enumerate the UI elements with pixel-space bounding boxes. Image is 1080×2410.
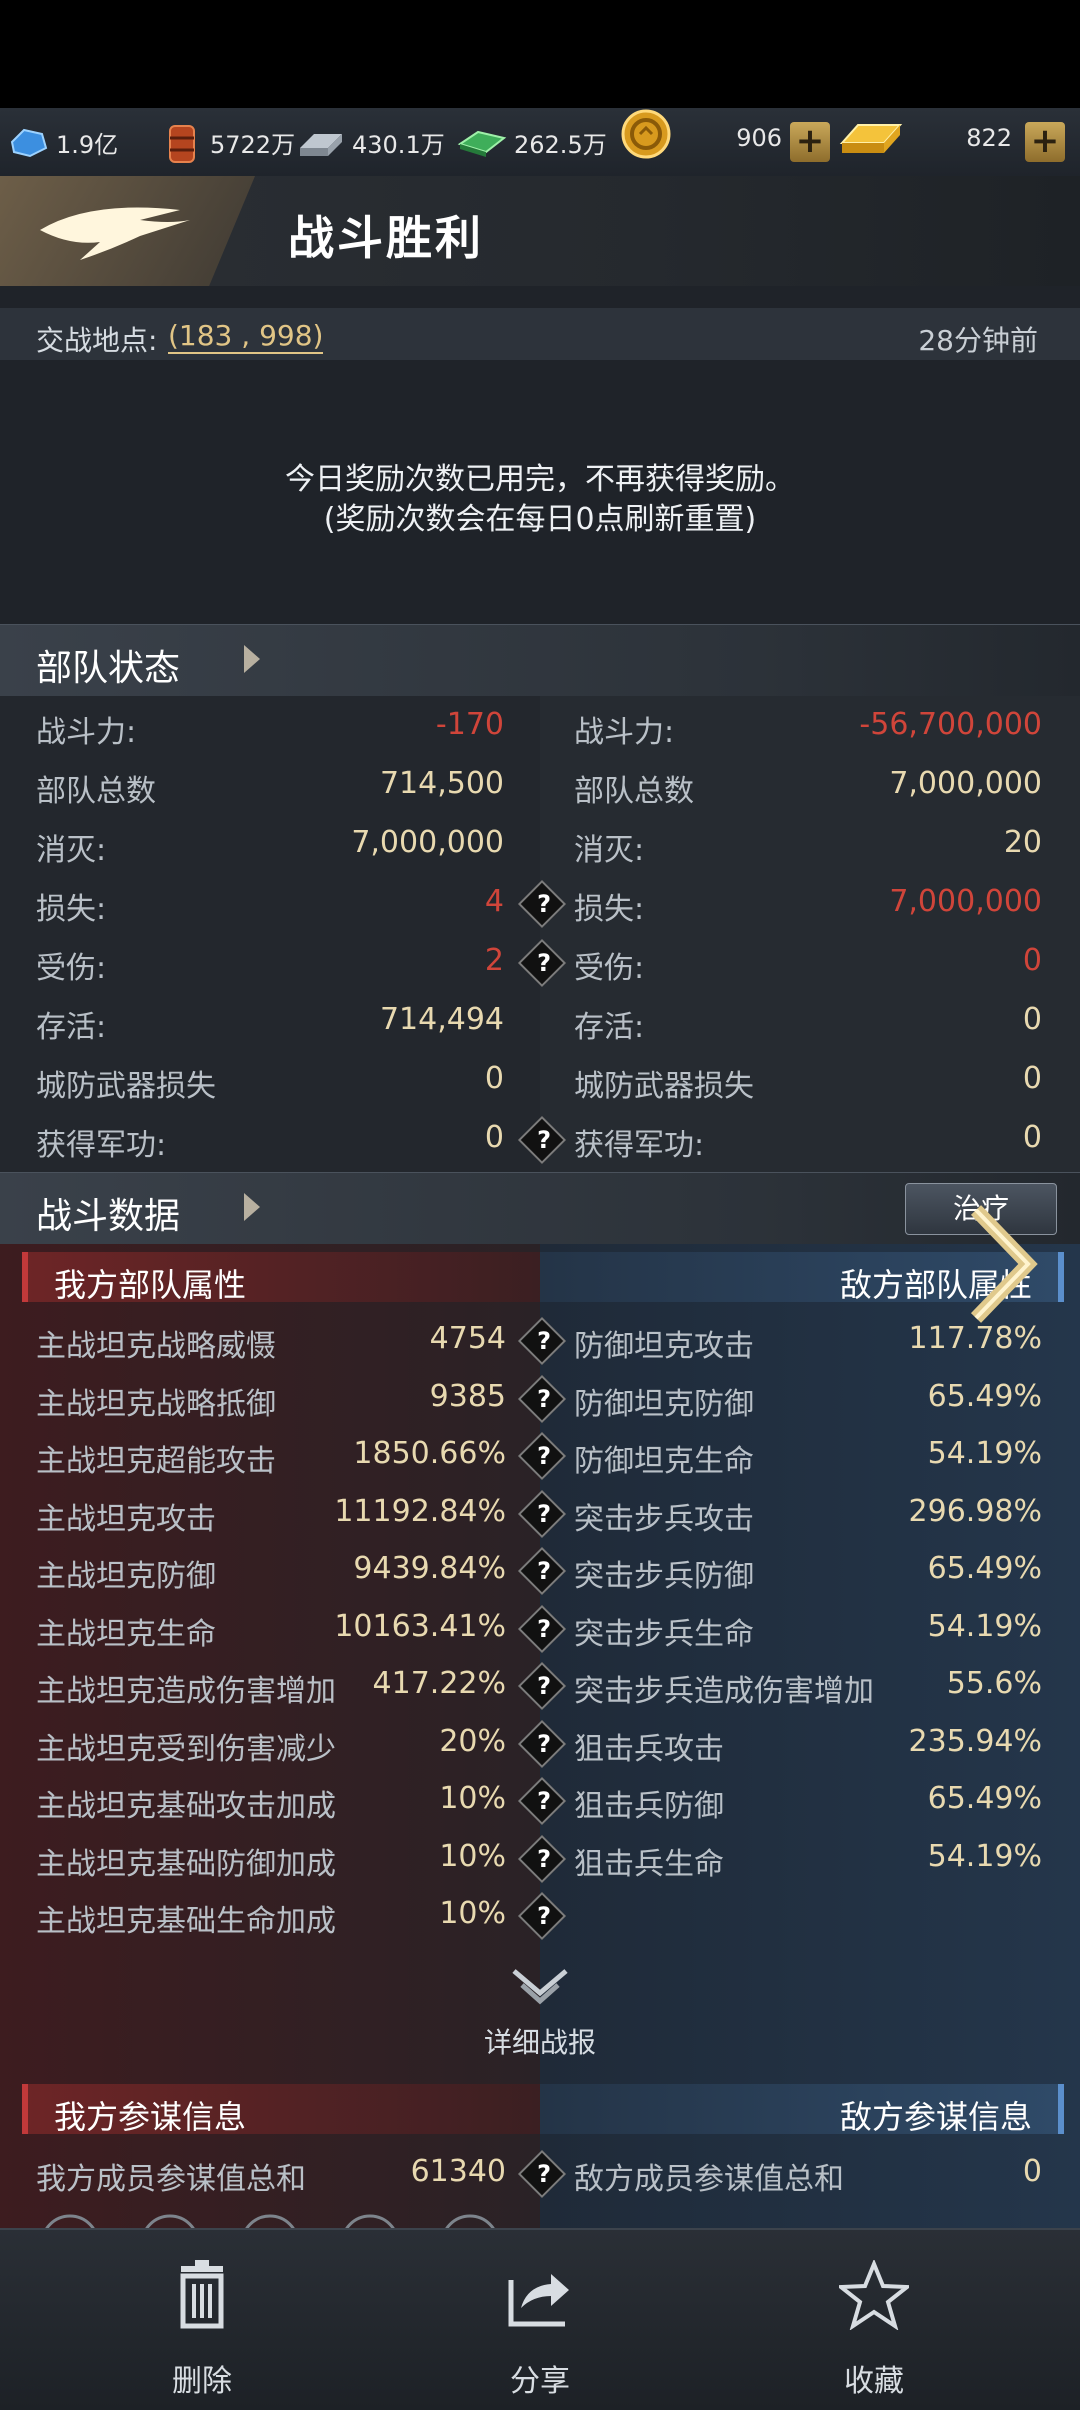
troop-status-title: 部队状态 [36, 648, 181, 689]
location-label: 交战地点: [36, 324, 158, 357]
delete-label: 删除 [172, 2364, 232, 2399]
resource-coin[interactable] [620, 109, 678, 159]
location-coordinates-link[interactable]: (183 , 998) [168, 319, 324, 354]
coin-icon [620, 108, 672, 160]
enemy-attribute-row: 突击步兵造成伤害增加 55.6% [574, 1666, 1042, 1709]
my-attribute-row: 主战坦克造成伤害增加 417.22% [36, 1666, 506, 1709]
my-status-row: 战斗力: -170 [36, 707, 504, 750]
my-attribute-row: 主战坦克基础生命加成 10% [36, 1896, 506, 1939]
favorite-label: 收藏 [844, 2364, 904, 2399]
status-bar [0, 0, 1080, 108]
eagle-icon [40, 207, 190, 260]
share-icon [508, 2274, 569, 2327]
enemy-attribute-row: 防御坦克生命 54.19% [574, 1436, 1042, 1479]
bottom-toolbar: 删除 分享 收藏 [0, 2228, 1080, 2410]
resource-gold[interactable] [836, 116, 912, 153]
my-status-row: 受伤: 2 [36, 943, 504, 986]
my-status-row: 存活: 714,494 [36, 1002, 504, 1045]
gold-bar-icon [836, 109, 906, 159]
enemy-attribute-row: 狙击兵攻击 235.94% [574, 1723, 1042, 1767]
steel-amount: 430.1万 [352, 130, 445, 159]
cash-stack-icon [456, 124, 508, 160]
my-attribute-row: 主战坦克超能攻击 1850.66% [36, 1436, 506, 1479]
add-gold-button[interactable]: + [1025, 122, 1065, 162]
star-icon [839, 2260, 909, 2330]
my-status-row: 获得军功: 0 [36, 1120, 504, 1163]
trash-icon [180, 2260, 224, 2329]
oil-barrel-icon [160, 124, 204, 163]
my-attribute-row: 主战坦克战略威慑 4754 [36, 1321, 506, 1364]
troop-status-header[interactable]: 部队状态 [0, 624, 1080, 698]
eagle-emblem [0, 176, 255, 286]
my-status-row: 损失: 4 [36, 884, 504, 927]
my-attribute-row: 主战坦克防御 9439.84% [36, 1551, 506, 1594]
chevron-right-icon[interactable] [968, 1202, 1044, 1326]
enemy-attribute-row: 防御坦克防御 65.49% [574, 1378, 1042, 1422]
enemy-status-row: 战斗力: -56,700,000 [574, 707, 1042, 750]
enemy-status-row: 部队总数 7,000,000 [574, 766, 1042, 809]
crystal-amount: 1.9亿 [56, 130, 119, 159]
resource-crystal[interactable]: 1.9亿 [6, 124, 118, 160]
resource-oil[interactable]: 5722万 [160, 124, 296, 163]
double-chevron-down-icon [512, 1969, 568, 2005]
my-attribute-row: 主战坦克战略抵御 9385 [36, 1378, 506, 1422]
my-attribute-row: 主战坦克基础防御加成 10% [36, 1838, 506, 1882]
enemy-attribute-row: 突击步兵生命 54.19% [574, 1608, 1042, 1652]
add-coin-button[interactable]: + [790, 122, 830, 162]
page-title: 战斗胜利 [288, 211, 484, 265]
title-bar: 战斗胜利 [0, 176, 1080, 286]
reward-notice-line2: (奖励次数会在每日0点刷新重置) [323, 502, 757, 537]
enemy-status-row: 损失: 7,000,000 [574, 884, 1042, 927]
my-status-row: 城防武器损失 0 [36, 1061, 504, 1104]
location-bar: 交战地点: (183 , 998) 28分钟前 [0, 308, 1080, 360]
my-attribute-row: 主战坦克生命 10163.41% [36, 1608, 506, 1652]
enemy-attribute-row: 狙击兵防御 65.49% [574, 1781, 1042, 1824]
coin-amount: 906 [736, 124, 782, 152]
my-status-row: 部队总数 714,500 [36, 766, 504, 809]
enemy-advisor-header: 敌方参谋信息 [540, 2084, 1064, 2136]
advisor-avatars [30, 2210, 510, 2274]
cash-amount: 262.5万 [514, 130, 607, 159]
my-attribute-row: 主战坦克基础攻击加成 10% [36, 1781, 506, 1824]
crystal-icon [6, 124, 50, 160]
oil-amount: 5722万 [210, 130, 296, 159]
gold-amount: 822 [966, 124, 1012, 152]
enemy-status-row: 城防武器损失 0 [574, 1061, 1042, 1104]
my-attribute-row: 主战坦克攻击 11192.84% [36, 1493, 506, 1537]
reward-notice-line1: 今日奖励次数已用完，不再获得奖励。 [285, 462, 795, 497]
my-attribute-row: 主战坦克受到伤害减少 20% [36, 1723, 506, 1767]
resource-cash[interactable]: 262.5万 [456, 124, 607, 160]
enemy-attribute-row: 狙击兵生命 54.19% [574, 1838, 1042, 1882]
steel-bar-icon [296, 124, 346, 160]
expand-arrow-icon [244, 645, 260, 673]
detail-report-label: 详细战报 [483, 2026, 596, 2059]
enemy-status-row: 消灭: 20 [574, 825, 1042, 868]
enemy-status-row: 受伤: 0 [574, 943, 1042, 986]
battle-data-title: 战斗数据 [36, 1196, 181, 1237]
enemy-advisor-row: 敌方成员参谋值总和 0 [574, 2154, 1042, 2197]
resource-bar: 1.9亿 5722万 430.1万 262.5万 [0, 108, 1080, 177]
enemy-status-row: 存活: 0 [574, 1002, 1042, 1045]
enemy-status-row: 获得军功: 0 [574, 1120, 1042, 1163]
my-advisor-header: 我方参谋信息 [22, 2084, 546, 2136]
share-label: 分享 [510, 2364, 570, 2399]
expand-arrow-icon [244, 1193, 260, 1221]
enemy-attribute-row: 突击步兵防御 65.49% [574, 1551, 1042, 1594]
battle-time: 28分钟前 [918, 324, 1038, 357]
my-status-row: 消灭: 7,000,000 [36, 825, 504, 868]
enemy-attribute-row: 防御坦克攻击 117.78% [574, 1321, 1042, 1364]
my-advisor-row: 我方成员参谋值总和 61340 [36, 2154, 506, 2197]
enemy-attribute-row: 突击步兵攻击 296.98% [574, 1493, 1042, 1537]
my-attributes-header: 我方部队属性 [22, 1252, 546, 1304]
resource-steel[interactable]: 430.1万 [296, 124, 445, 160]
